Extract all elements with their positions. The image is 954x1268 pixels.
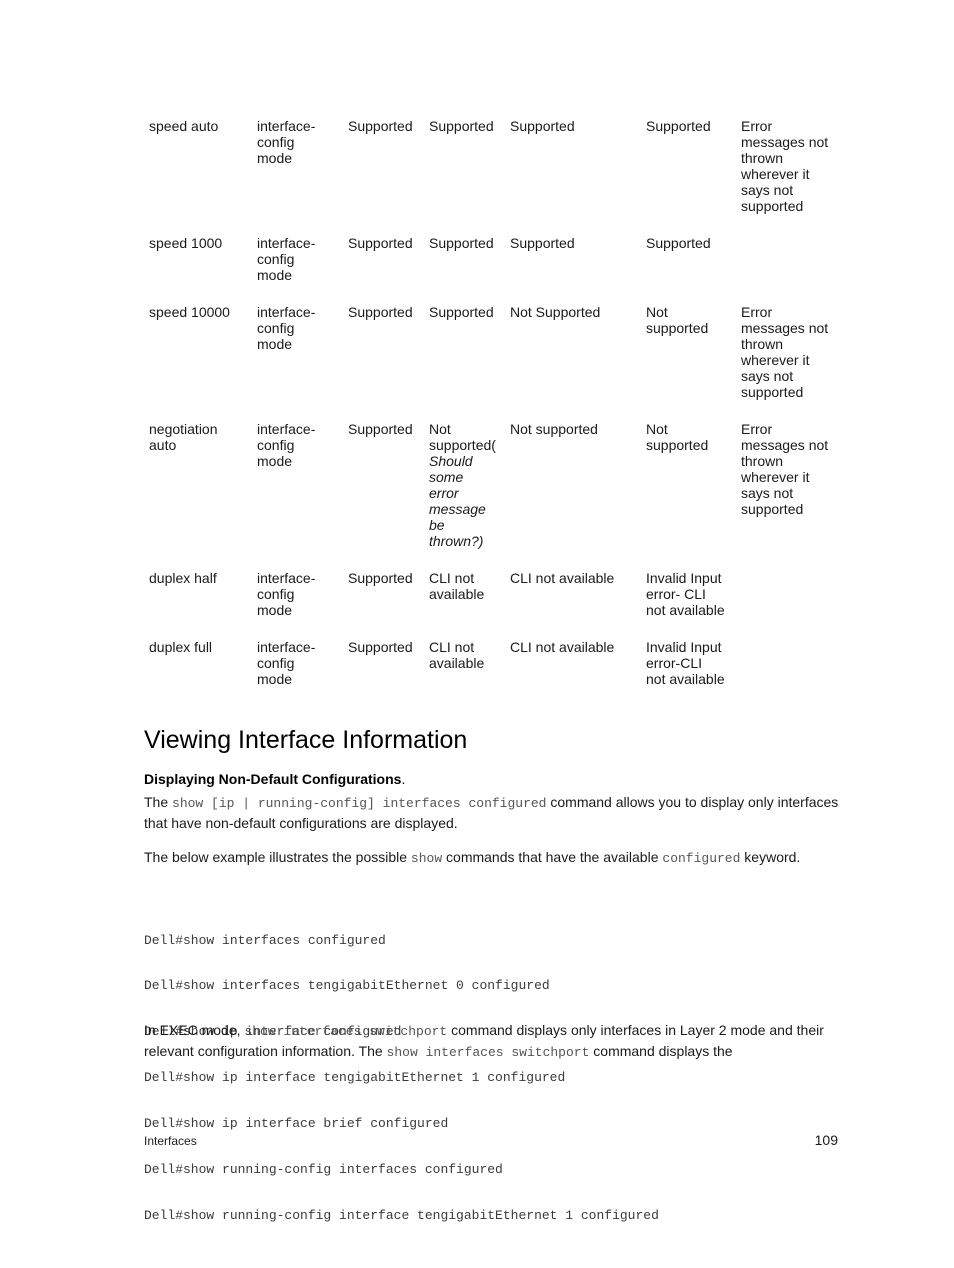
code-line: Dell#show running-config interface tengi… — [144, 1207, 659, 1223]
support-cell: Not supported — [646, 304, 709, 336]
mode-cell: interface- config mode — [257, 304, 316, 352]
inline-code: show interfaces switchport — [386, 1044, 590, 1060]
command-cell: duplex full — [149, 639, 213, 655]
example-paragraph: The below example illustrates the possib… — [144, 848, 844, 869]
support-cell: Not Supported — [510, 304, 601, 320]
code-block: Dell#show interfaces configured Dell#sho… — [144, 902, 659, 1239]
support-text: Not supported( — [429, 421, 496, 453]
text: command displays the — [589, 1042, 733, 1059]
support-cell: Supported — [348, 304, 413, 320]
support-cell: Supported — [510, 235, 575, 251]
mode-cell: interface- config mode — [257, 570, 316, 618]
support-cell: Invalid Input error- CLI not available — [646, 570, 725, 618]
support-cell: Supported — [429, 304, 494, 320]
mode-cell: interface- config mode — [257, 118, 316, 166]
support-cell: Invalid Input error-CLI not available — [646, 639, 725, 687]
command-cell: duplex half — [149, 570, 217, 586]
remarks-cell: Error messages not thrown wherever it sa… — [741, 421, 829, 517]
code-line: Dell#show ip interface brief configured — [144, 1116, 449, 1132]
mode-cell: interface- config mode — [257, 421, 316, 469]
subheading: Displaying Non-Default Configurations. — [144, 770, 405, 788]
support-cell: Supported — [348, 235, 413, 251]
section-title: Viewing Interface Information — [144, 726, 468, 754]
support-cell: Supported — [429, 118, 494, 134]
command-cell: speed auto — [149, 118, 219, 134]
support-cell: Supported — [646, 235, 711, 251]
text: The — [144, 794, 173, 810]
text: The below example illustrates the possib… — [144, 849, 411, 865]
support-cell: Supported — [348, 421, 413, 437]
support-cell: CLI not available — [510, 570, 615, 586]
code-line: Dell#show running-config interfaces conf… — [144, 1162, 503, 1178]
support-cell: Supported — [429, 235, 494, 251]
inline-code: show [ip | running-config] interfaces co… — [172, 796, 547, 811]
page-number: 109 — [814, 1132, 838, 1148]
support-cell: Not supported — [646, 421, 709, 453]
support-cell: Not supported — [510, 421, 598, 437]
subheading-text: Displaying Non-Default Configurations — [144, 771, 402, 787]
command-cell: speed 10000 — [149, 304, 230, 320]
text: In EXEC mode, — [144, 1022, 245, 1038]
support-cell: Supported — [348, 570, 413, 586]
subheading-period: . — [401, 771, 406, 787]
support-cell: CLI not available — [510, 639, 615, 655]
footer-section-name: Interfaces — [144, 1134, 197, 1148]
mode-cell: interface- config mode — [257, 235, 316, 283]
support-cell: Not supported(Should some error message … — [429, 421, 507, 549]
text: keyword. — [740, 849, 801, 865]
support-cell: CLI not available — [429, 639, 485, 671]
inline-code: configured — [662, 851, 741, 866]
inline-code: show — [410, 851, 443, 866]
support-cell: Supported — [646, 118, 711, 134]
support-cell: Supported — [348, 639, 413, 655]
text: commands that have the available — [442, 849, 663, 865]
remarks-cell: Error messages not thrown wherever it sa… — [741, 118, 829, 214]
support-note: Should some error message be thrown?) — [429, 453, 486, 549]
code-line: Dell#show interfaces tengigabitEthernet … — [144, 978, 550, 994]
support-cell: CLI not available — [429, 570, 485, 602]
exec-mode-paragraph: In EXEC mode, show interfaces switchport… — [144, 1021, 844, 1062]
support-cell: Supported — [348, 118, 413, 134]
command-cell: negotiation auto — [149, 421, 218, 453]
code-line: Dell#show interfaces configured — [144, 932, 386, 948]
support-cell: Supported — [510, 118, 575, 134]
inline-code: show interfaces switchport — [244, 1024, 448, 1039]
mode-cell: interface- config mode — [257, 639, 316, 687]
command-cell: speed 1000 — [149, 235, 223, 251]
code-line: Dell#show ip interface tengigabitEtherne… — [144, 1070, 566, 1086]
intro-paragraph: The show [ip | running-config] interface… — [144, 793, 844, 833]
remarks-cell: Error messages not thrown wherever it sa… — [741, 304, 829, 400]
